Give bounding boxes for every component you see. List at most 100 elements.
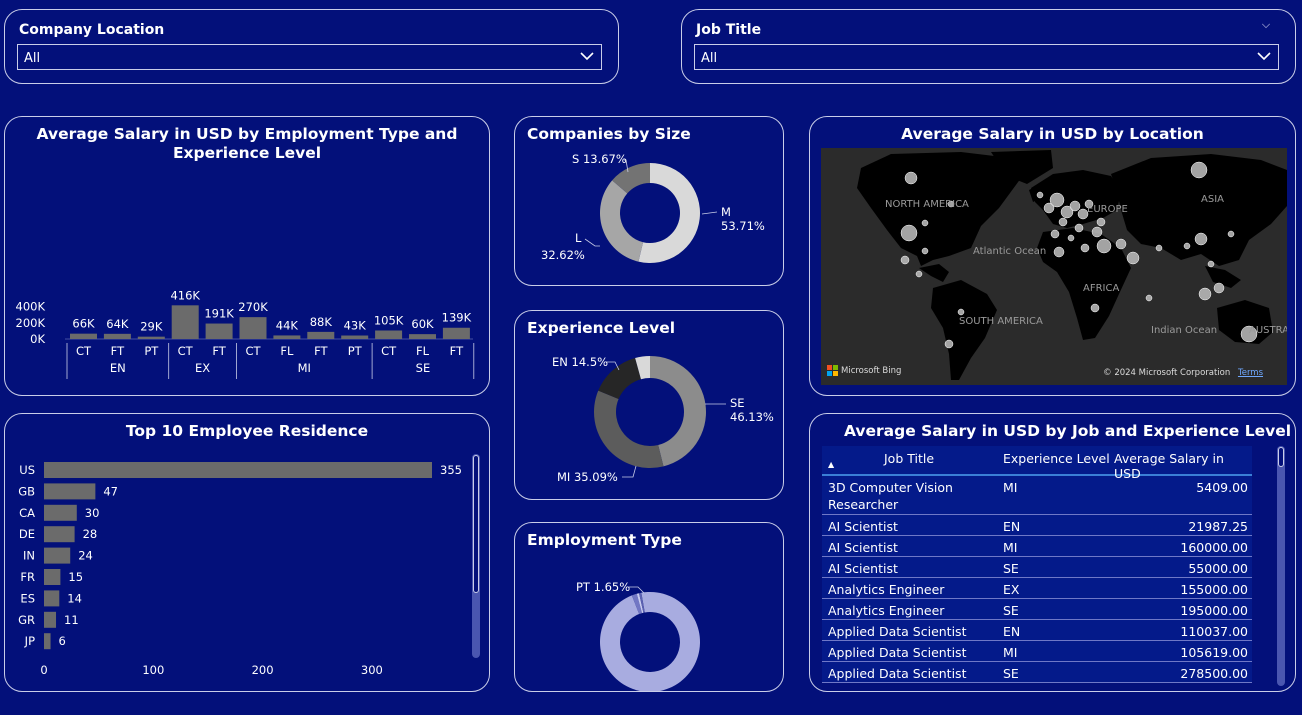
company-location-slicer: Company Location All	[4, 9, 619, 84]
map-label-europe: EUROPE	[1087, 204, 1128, 215]
residence-bar-de[interactable]	[44, 526, 75, 543]
bar-en-ft[interactable]	[103, 333, 131, 339]
map-canvas[interactable]: NORTH AMERICA EUROPE ASIA Atlantic Ocean…	[821, 148, 1287, 385]
cell-job-title: AI Scientist	[828, 519, 898, 534]
donut-data-label: SE	[730, 396, 745, 410]
bar-se-ft[interactable]	[442, 327, 470, 339]
bar-data-label: 29K	[140, 320, 163, 334]
x-category-label: FL	[416, 344, 430, 358]
bar-data-label: 355	[440, 463, 462, 477]
map-label-indian-ocean: Indian Ocean	[1151, 325, 1217, 336]
bar-data-label: 270K	[238, 300, 268, 314]
residence-bar-gr[interactable]	[44, 611, 57, 628]
table-row[interactable]: Applied Data Scientist MI 105619.00	[822, 641, 1252, 662]
residence-scrollbar-thumb[interactable]	[473, 455, 479, 593]
bar-data-label: 30	[85, 506, 100, 520]
bar-mi-fl[interactable]	[273, 335, 301, 339]
residence-bar-us[interactable]	[44, 462, 432, 478]
bar-se-fl[interactable]	[409, 334, 436, 339]
map-terms-link[interactable]: Terms	[1238, 368, 1263, 378]
table-row[interactable]: Analytics Engineer EX 155000.00	[822, 578, 1252, 599]
cell-average-salary: 160000.00	[1180, 540, 1248, 555]
companies-by-size-title: Companies by Size	[527, 125, 691, 143]
cell-average-salary: 55000.00	[1188, 561, 1248, 576]
x-tick-label: 300	[361, 663, 383, 677]
table-row[interactable]: AI Scientist MI 160000.00	[822, 536, 1252, 557]
donut-slice-mi[interactable]	[594, 390, 664, 468]
residence-bar-gb[interactable]	[44, 483, 96, 500]
map-label-atlantic-ocean: Atlantic Ocean	[973, 246, 1046, 257]
map-label-asia: ASIA	[1201, 194, 1224, 205]
bar-se-ct[interactable]	[375, 330, 403, 340]
job-salary-table-card: Average Salary in USD by Job and Experie…	[809, 413, 1296, 692]
cell-average-salary: 5409.00	[1196, 480, 1248, 495]
donut-data-label: PT 1.65%	[576, 580, 630, 594]
job-title-dropdown[interactable]: All	[694, 44, 1279, 70]
residence-bar-fr[interactable]	[44, 569, 61, 585]
table-row[interactable]: Analytics Engineer SE 195000.00	[822, 599, 1252, 620]
table-row[interactable]: Applied Data Scientist EN 110037.00	[822, 620, 1252, 641]
bar-en-pt[interactable]	[137, 336, 165, 339]
table-row[interactable]: Applied Data Scientist SE 278500.00	[822, 662, 1252, 683]
x-category-label: PT	[144, 344, 159, 358]
bar-ex-ct[interactable]	[171, 305, 199, 339]
residence-scrollbar[interactable]	[472, 454, 480, 658]
residence-bar-in[interactable]	[44, 547, 71, 564]
employment-type-donut: FT 96.87%PT 1.65%	[576, 580, 700, 691]
cell-average-salary: 110037.00	[1180, 624, 1248, 639]
job-title-slicer: Job Title All	[681, 9, 1296, 84]
x-category-label: FT	[314, 344, 328, 358]
cell-experience-level: EX	[1003, 582, 1020, 597]
bar-data-label: 6	[59, 634, 66, 648]
table-row[interactable]: AI Scientist SE 55000.00	[822, 557, 1252, 578]
x-category-label: CT	[381, 344, 397, 358]
bar-data-label: 14	[67, 591, 82, 605]
residence-bar-ca[interactable]	[44, 504, 77, 521]
employment-experience-chart-card: Average Salary in USD by Employment Type…	[4, 116, 490, 396]
bar-en-ct[interactable]	[70, 333, 97, 339]
x-category-label: FT	[450, 344, 464, 358]
location-map-card: Average Salary in USD by Location NORTH …	[809, 116, 1296, 396]
donut-slice-ft[interactable]	[600, 592, 700, 691]
bar-mi-ft[interactable]	[307, 331, 335, 339]
x-category-label: PT	[348, 344, 363, 358]
bar-data-label: 28	[83, 527, 98, 541]
location-map-title: Average Salary in USD by Location	[901, 125, 1204, 143]
x-category-label: CT	[245, 344, 261, 358]
cell-average-salary: 105619.00	[1180, 645, 1248, 660]
map-label-north-america: NORTH AMERICA	[885, 199, 969, 210]
residence-bar-es[interactable]	[44, 590, 60, 607]
map-label-south-america: SOUTH AMERICA	[959, 316, 1043, 327]
experience-level-title: Experience Level	[527, 319, 676, 337]
bar-data-label: 416K	[170, 288, 200, 302]
table-row[interactable]: AI Scientist EN 21987.25	[822, 515, 1252, 536]
bar-data-label: 47	[103, 484, 118, 498]
world-map[interactable]: NORTH AMERICA EUROPE ASIA Atlantic Ocean…	[821, 148, 1287, 385]
header-job-title[interactable]: Job Title	[884, 451, 934, 466]
residence-bar-jp[interactable]	[44, 633, 51, 650]
map-label-africa: AFRICA	[1083, 283, 1119, 294]
bar-mi-pt[interactable]	[341, 335, 369, 339]
sort-asc-icon[interactable]: ▲	[828, 460, 834, 469]
bar-mi-ct[interactable]	[239, 317, 267, 339]
y-category-label: CA	[19, 506, 35, 520]
cell-experience-level: MI	[1003, 540, 1018, 555]
cell-job-title: Analytics Engineer	[828, 603, 945, 618]
collapse-icon[interactable]	[1259, 22, 1273, 32]
header-experience-level[interactable]: Experience Level	[1003, 451, 1110, 466]
chevron-down-icon[interactable]	[1256, 48, 1272, 64]
bar-data-label: 139K	[442, 311, 472, 325]
job-salary-table-title: Average Salary in USD by Job and Experie…	[843, 422, 1292, 440]
location-dropdown[interactable]: All	[17, 44, 602, 70]
cell-average-salary: 195000.00	[1180, 603, 1248, 618]
donut-data-label: 32.62%	[541, 248, 585, 262]
x-group-label: MI	[298, 361, 311, 375]
y-tick-label: 0K	[30, 332, 45, 346]
table-scrollbar-thumb[interactable]	[1278, 447, 1284, 467]
chevron-down-icon[interactable]	[579, 48, 595, 64]
table-row[interactable]: 3D Computer Vision Researcher MI 5409.00	[822, 476, 1252, 515]
donut-slice-l[interactable]	[600, 180, 644, 262]
y-category-label: GB	[18, 484, 35, 498]
bar-ex-ft[interactable]	[205, 323, 233, 339]
table-scrollbar[interactable]	[1277, 446, 1285, 686]
